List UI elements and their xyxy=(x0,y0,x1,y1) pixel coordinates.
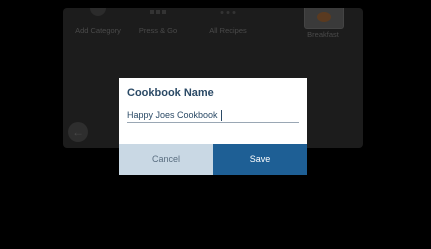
press-and-go-tile: Press & Go xyxy=(123,8,193,48)
press-and-go-label: Press & Go xyxy=(138,26,178,35)
cookbook-name-dialog: Cookbook Name Cancel Save xyxy=(119,78,307,175)
grid-icon xyxy=(150,10,166,14)
back-arrow-icon: ← xyxy=(68,122,88,142)
breakfast-tile: Breakfast xyxy=(288,8,358,48)
dots-icon xyxy=(220,11,236,14)
save-button[interactable]: Save xyxy=(213,144,307,175)
text-caret xyxy=(221,110,222,121)
all-recipes-tile: All Recipes xyxy=(193,8,263,48)
dialog-title: Cookbook Name xyxy=(127,87,214,99)
breakfast-label: Breakfast xyxy=(307,30,339,39)
screen: Add Category Press & Go All Recipes Brea… xyxy=(0,0,431,249)
all-recipes-label: All Recipes xyxy=(209,26,247,35)
cookbook-name-input[interactable] xyxy=(127,108,299,123)
cancel-button[interactable]: Cancel xyxy=(119,144,213,175)
add-category-icon xyxy=(90,8,106,16)
